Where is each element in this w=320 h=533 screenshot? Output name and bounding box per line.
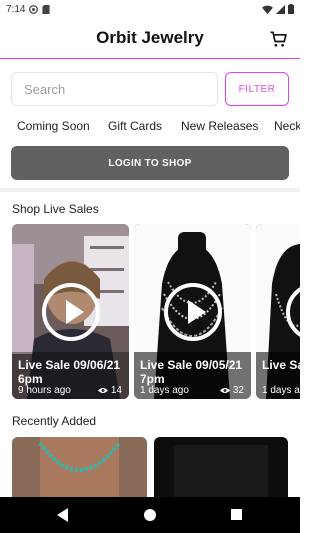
app-title: Orbit Jewelry <box>96 28 204 47</box>
recently-added-title: Recently Added <box>12 414 97 428</box>
shop-live-sales-title: Shop Live Sales <box>12 202 99 216</box>
status-time: 7:14 <box>6 3 26 15</box>
recent-product-card[interactable] <box>154 437 288 497</box>
login-to-shop-button[interactable]: LOGIN TO SHOP <box>11 146 289 180</box>
play-icon[interactable] <box>163 283 222 341</box>
live-sale-card[interactable]: Live Sale 7pm 1 days ago <box>256 224 300 399</box>
system-nav-bar <box>0 497 300 533</box>
search-input[interactable] <box>11 72 218 106</box>
sd-card-icon <box>42 4 51 14</box>
search-row: FILTER <box>11 72 289 106</box>
section-divider <box>0 188 300 192</box>
view-count: 32 <box>219 385 244 396</box>
live-sale-time: 1 days ago <box>262 385 300 396</box>
eye-icon <box>219 388 230 393</box>
play-icon[interactable] <box>41 283 100 341</box>
cart-icon[interactable] <box>268 29 288 49</box>
wifi-icon <box>262 5 273 14</box>
status-bar: 7:14 <box>0 0 300 18</box>
product-thumbnail <box>154 437 288 497</box>
tab-new-releases[interactable]: New Releases <box>181 119 258 133</box>
view-count-value: 32 <box>232 385 244 396</box>
view-count-value: 14 <box>110 385 122 396</box>
live-sale-title: Live Sale 09/05/21 7pm <box>140 358 243 386</box>
notification-icon <box>29 4 39 14</box>
recent-product-card[interactable] <box>12 437 147 497</box>
live-sale-card[interactable]: Live Sale 09/06/21 6pm 9 hours ago 14 <box>12 224 129 399</box>
live-sale-time: 1 days ago <box>140 385 189 396</box>
live-sale-title: Live Sale 7pm <box>262 358 300 372</box>
signal-icon <box>276 4 285 14</box>
category-tabs: Coming Soon Gift Cards New Releases Neck <box>0 116 300 136</box>
recents-icon[interactable] <box>231 509 242 520</box>
app-header: Orbit Jewelry <box>0 18 300 59</box>
eye-icon <box>97 388 108 393</box>
filter-button[interactable]: FILTER <box>225 72 289 106</box>
product-thumbnail <box>12 437 147 497</box>
battery-icon <box>288 4 294 14</box>
live-sale-card[interactable]: Live Sale 09/05/21 7pm 1 days ago 32 <box>134 224 251 399</box>
back-icon[interactable] <box>57 508 68 522</box>
view-count: 14 <box>97 385 122 396</box>
tab-gift-cards[interactable]: Gift Cards <box>108 119 162 133</box>
live-sale-title: Live Sale 09/06/21 6pm <box>18 358 121 386</box>
home-icon[interactable] <box>144 509 156 521</box>
tab-necklaces[interactable]: Neck <box>274 119 300 133</box>
tab-coming-soon[interactable]: Coming Soon <box>17 119 90 133</box>
live-sale-time: 9 hours ago <box>18 385 71 396</box>
live-sale-title-text: Live Sale 7pm <box>262 358 300 372</box>
